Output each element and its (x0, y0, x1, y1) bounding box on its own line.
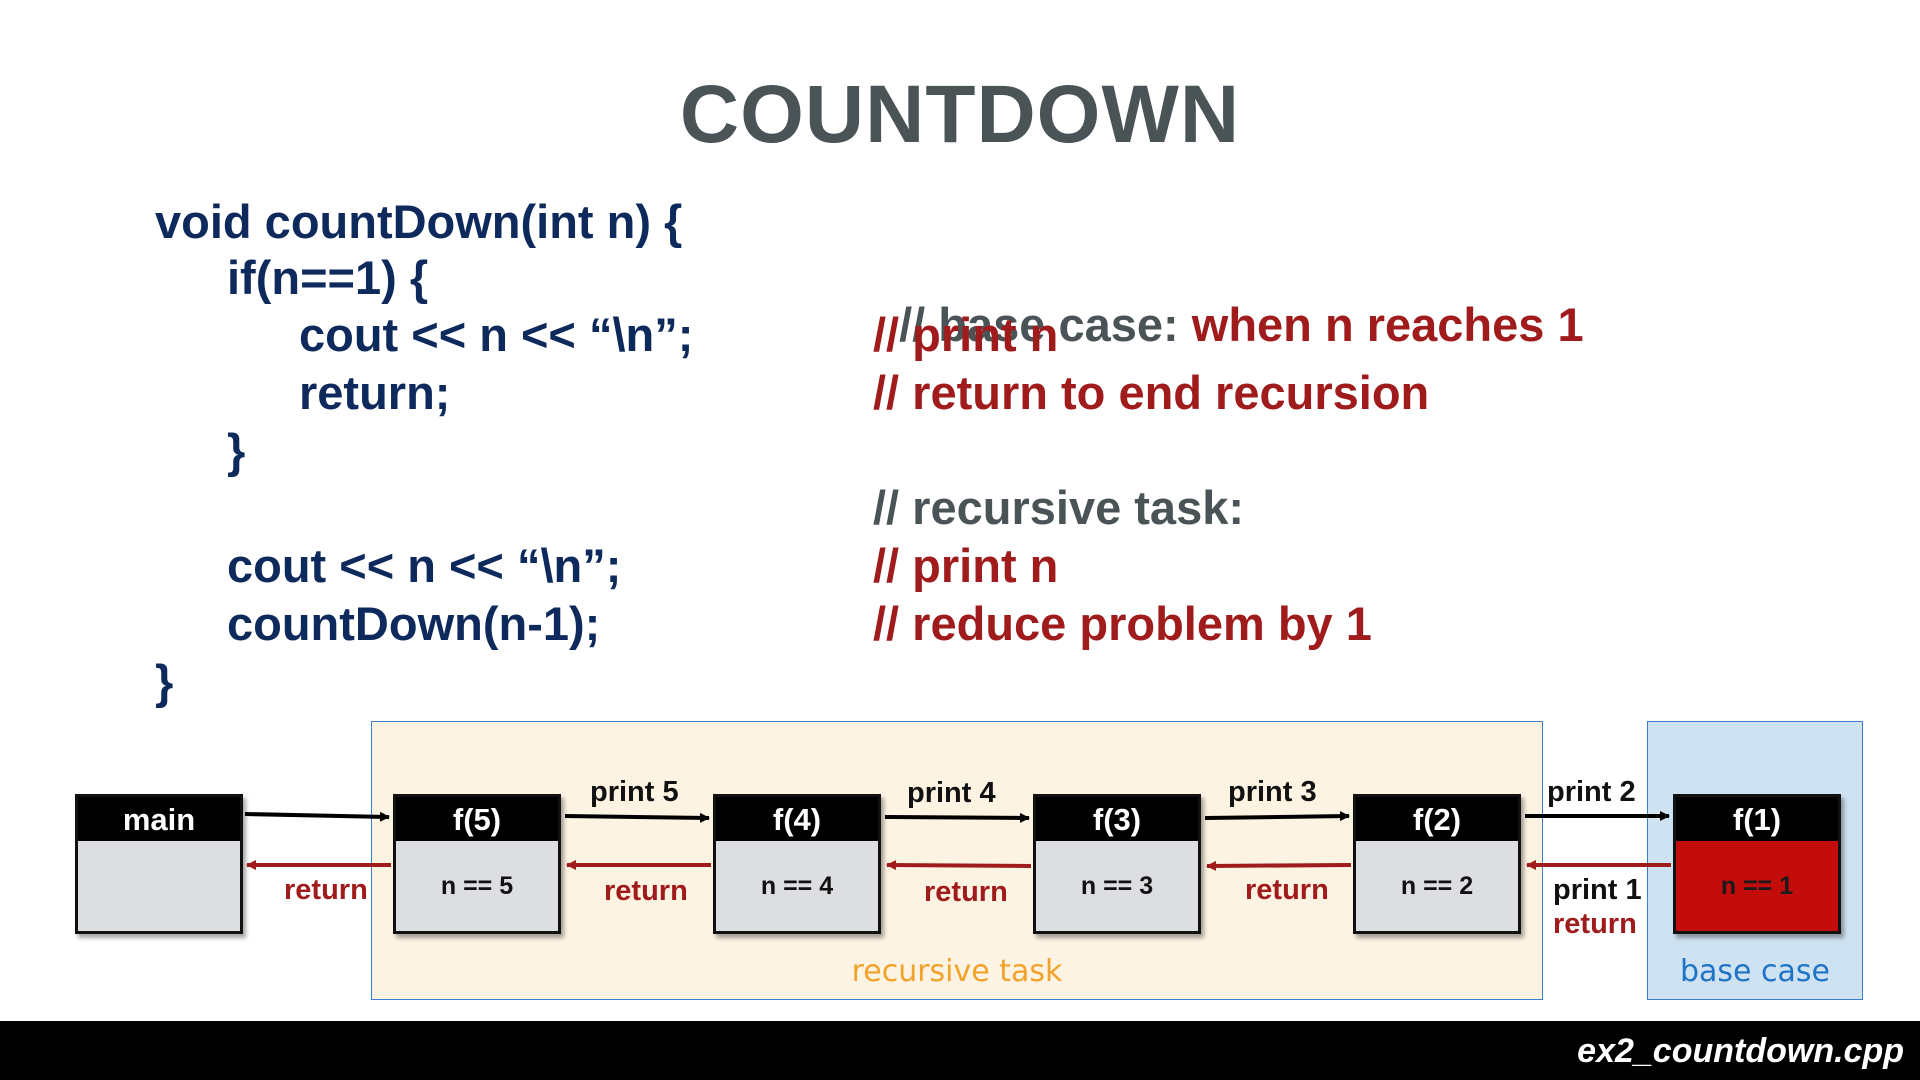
call-label-print-5: print 5 (590, 776, 679, 808)
frame-f4: f(4) n == 4 (713, 794, 881, 934)
frame-f5-body: n == 5 (440, 871, 514, 900)
frame-main-name: main (78, 797, 240, 841)
frame-f3: f(3) n == 3 (1033, 794, 1201, 934)
call-label-print-2: print 2 (1547, 776, 1636, 808)
call-arrow-f4-f3 (884, 812, 1030, 823)
footer-bar: ex2_countdown.cpp (0, 1021, 1920, 1080)
return-arrow-f2-f3 (1206, 860, 1352, 871)
base-print-label: print 1 (1553, 874, 1642, 906)
return-label-f4: return (924, 876, 1008, 908)
footer-filename: ex2_countdown.cpp (1577, 1032, 1904, 1070)
frame-f2-name: f(2) (1356, 797, 1518, 841)
frame-main: main (75, 794, 243, 934)
frame-f3-body: n == 3 (1080, 871, 1154, 900)
frame-f1-body: n == 1 (1676, 841, 1838, 931)
return-label-f3: return (1245, 874, 1329, 906)
call-label-print-4: print 4 (907, 777, 996, 809)
call-arrow-f3-f2 (1204, 811, 1350, 822)
return-label-main: return (284, 874, 368, 906)
frame-main-body (78, 841, 240, 931)
call-arrow-main-f5 (244, 811, 390, 822)
frame-f4-body: n == 4 (760, 871, 834, 900)
frame-f2: f(2) n == 2 (1353, 794, 1521, 934)
call-arrow-f5-f4 (564, 812, 710, 823)
call-label-print-3: print 3 (1228, 776, 1317, 808)
frame-f3-name: f(3) (1036, 797, 1198, 841)
frame-f5-name: f(5) (396, 797, 558, 841)
frame-f5: f(5) n == 5 (393, 794, 561, 934)
frame-f1: f(1) n == 1 (1673, 794, 1841, 934)
return-arrow-f3-f4 (886, 860, 1032, 871)
return-label-f2: return (1553, 908, 1637, 940)
frame-f1-name: f(1) (1676, 797, 1838, 841)
frame-f4-name: f(4) (716, 797, 878, 841)
frame-f2-body: n == 2 (1400, 871, 1474, 900)
return-label-f5: return (604, 875, 688, 907)
